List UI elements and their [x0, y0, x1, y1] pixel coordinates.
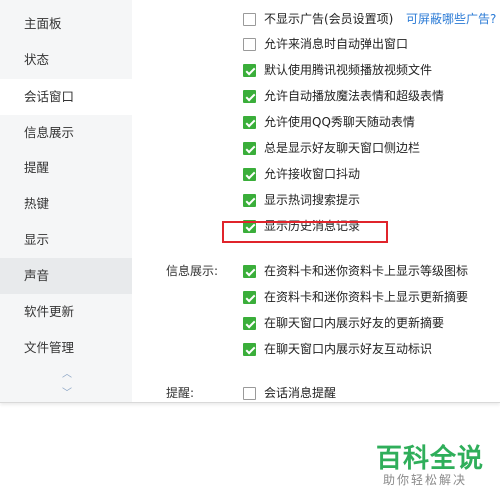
- option-label-magic-emoji: 允许自动播放魔法表情和超级表情: [264, 89, 445, 103]
- sidebar-item-main-panel[interactable]: 主面板: [0, 6, 132, 42]
- checkbox-qq-show[interactable]: [243, 116, 256, 129]
- option-label-tencent-video: 默认使用腾讯视频播放视频文件: [264, 63, 433, 77]
- sidebar-item-file-management[interactable]: 文件管理: [0, 330, 132, 366]
- sidebar-item-session-window[interactable]: 会话窗口: [0, 79, 132, 115]
- sidebar-item-software-update[interactable]: 软件更新: [0, 294, 132, 330]
- option-label-session-remind: 会话消息提醒: [264, 386, 337, 400]
- highlight-box: [222, 221, 388, 243]
- option-label-card-update-summary: 在资料卡和迷你资料卡上显示更新摘要: [264, 290, 469, 304]
- checkbox-window-shake[interactable]: [243, 168, 256, 181]
- sidebar-item-remind[interactable]: 提醒: [0, 150, 132, 186]
- checkbox-card-update-summary[interactable]: [243, 291, 256, 304]
- watermark-logo-title: 百科全说: [376, 444, 485, 474]
- settings-window: 主面板 状态 会话窗口 信息展示 提醒 热键 显示 声音 软件更新 文件管理 ︿…: [0, 0, 500, 403]
- scroll-up-icon[interactable]: ︿: [60, 370, 74, 380]
- option-label-sidebar: 总是显示好友聊天窗口侧边栏: [264, 141, 421, 155]
- checkbox-level-icon[interactable]: [243, 265, 256, 278]
- settings-sidebar: 主面板 状态 会话窗口 信息展示 提醒 热键 显示 声音 软件更新 文件管理 ︿…: [0, 0, 132, 402]
- sidebar-item-sound[interactable]: 声音: [0, 258, 132, 294]
- sidebar-item-info-display[interactable]: 信息展示: [0, 115, 132, 151]
- option-label-interaction-marks: 在聊天窗口内展示好友互动标识: [264, 342, 433, 356]
- option-label-hot-words: 显示热词搜索提示: [264, 193, 361, 207]
- sidebar-item-status[interactable]: 状态: [0, 42, 132, 78]
- option-label-chat-update-summary: 在聊天窗口内展示好友的更新摘要: [264, 316, 445, 330]
- which-ads-link[interactable]: 可屏蔽哪些广告?: [406, 9, 496, 29]
- sidebar-item-hotkey[interactable]: 热键: [0, 186, 132, 222]
- option-label-qq-show: 允许使用QQ秀聊天随动表情: [264, 115, 415, 129]
- option-label-auto-popup: 允许来消息时自动弹出窗口: [264, 37, 409, 51]
- watermark-logo-subtitle: 助你轻松解决: [383, 473, 468, 487]
- checkbox-hot-words[interactable]: [243, 194, 256, 207]
- checkbox-sidebar[interactable]: [243, 142, 256, 155]
- checkbox-auto-popup[interactable]: [243, 38, 256, 51]
- section-label-info-display: 信息展示:: [166, 264, 219, 278]
- sidebar-item-display[interactable]: 显示: [0, 222, 132, 258]
- checkbox-tencent-video[interactable]: [243, 64, 256, 77]
- section-label-remind: 提醒:: [166, 386, 195, 400]
- checkbox-magic-emoji[interactable]: [243, 90, 256, 103]
- option-label-hide-ads: 不显示广告(会员设置项): [264, 12, 394, 26]
- option-label-window-shake: 允许接收窗口抖动: [264, 167, 361, 181]
- checkbox-interaction-marks[interactable]: [243, 343, 256, 356]
- checkbox-hide-ads[interactable]: [243, 13, 256, 26]
- checkbox-session-remind[interactable]: [243, 387, 256, 400]
- scroll-down-icon[interactable]: ﹀: [60, 389, 74, 399]
- checkbox-chat-update-summary[interactable]: [243, 317, 256, 330]
- option-label-level-icon: 在资料卡和迷你资料卡上显示等级图标: [264, 264, 469, 278]
